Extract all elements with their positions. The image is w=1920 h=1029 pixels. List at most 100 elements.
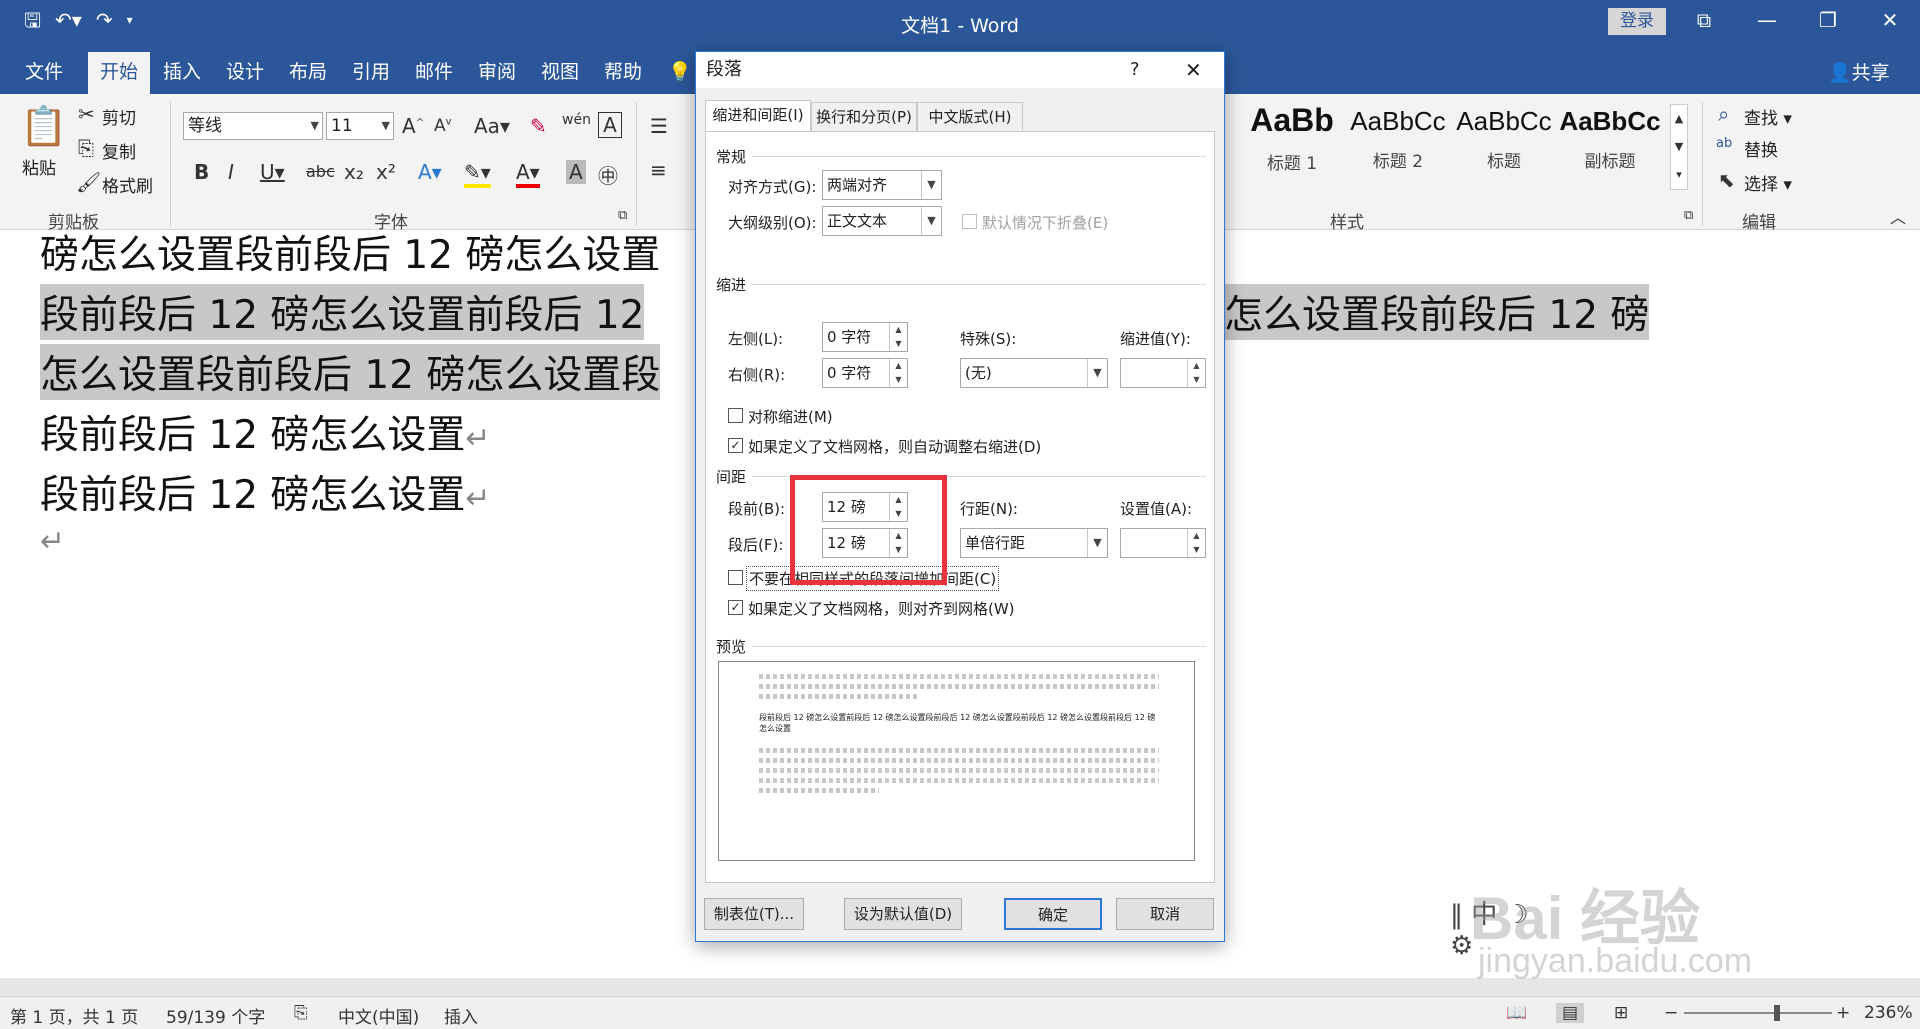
replace-button[interactable]: 替换 [1744,136,1778,161]
tab-review[interactable]: 审阅 [467,52,527,94]
font-name-combo[interactable]: 等线 ▼ [183,112,323,140]
outline-level-select[interactable]: 正文文本 ▼ [822,206,942,236]
font-dialog-launcher-icon[interactable]: ⧉ [618,208,627,223]
zoom-slider-thumb[interactable] [1774,1005,1780,1021]
subscript-icon[interactable]: x₂ [344,160,364,184]
special-indent-select[interactable]: (无) ▼ [960,358,1108,388]
text-effects-icon[interactable]: A▾ [418,160,442,184]
style-heading-2[interactable]: AaBbCc 标题 2 [1346,102,1450,192]
tab-insert[interactable]: 插入 [152,52,212,94]
grow-font-icon[interactable]: A^ [402,114,424,138]
doc-line-2-right: 怎么设置段前段后 12 磅 [1224,284,1650,340]
close-window-icon[interactable]: ✕ [1870,8,1910,32]
format-painter-button[interactable]: 格式刷 [102,172,153,197]
outline-level-label: 大纲级别(O): [728,214,817,232]
spacing-at-input[interactable]: ▲ ▼ [1120,528,1206,558]
indent-left-input[interactable]: 0 字符 ▲ ▼ [822,322,908,352]
page-count[interactable]: 第 1 页，共 1 页 [10,1003,138,1028]
read-mode-icon[interactable]: 📖 [1506,1003,1527,1023]
tab-indents-spacing[interactable]: 缩进和间距(I) [705,100,811,132]
character-shading-icon[interactable]: A [566,160,586,184]
spinner-icon[interactable]: ▲ ▼ [1187,359,1205,387]
shrink-font-icon[interactable]: Av [434,116,452,136]
doc-line-4: 段前段后 12 磅怎么设置↵ [40,413,491,458]
restore-icon[interactable]: ❐ [1808,8,1848,32]
copy-button[interactable]: 复制 [102,138,136,163]
indent-by-input[interactable]: ▲ ▼ [1120,358,1206,388]
language-indicator[interactable]: 中文(中国) [338,1003,419,1028]
bold-icon[interactable]: B [194,160,209,184]
enclose-characters-icon[interactable]: ㊥ [598,160,618,189]
dialog-title-bar[interactable]: 段落 ? ✕ [696,52,1224,88]
ok-button[interactable]: 确定 [1004,898,1102,930]
zoom-slider[interactable] [1684,1012,1832,1014]
indent-right-input[interactable]: 0 字符 ▲ ▼ [822,358,908,388]
paste-button[interactable]: 粘贴 [22,154,56,179]
zoom-out-icon[interactable]: − [1664,1003,1678,1023]
cut-button[interactable]: 剪切 [102,104,136,129]
tab-mailings[interactable]: 邮件 [404,52,464,94]
word-count[interactable]: 59/139 个字 [166,1003,265,1028]
login-button[interactable]: 登录 [1608,8,1666,35]
change-case-icon[interactable]: Aa▾ [474,114,510,138]
select-button[interactable]: 选择 ▾ [1744,170,1792,195]
character-border-icon[interactable]: A [598,112,622,138]
paste-icon[interactable]: 📋 [20,104,67,149]
phonetic-guide-icon[interactable]: wén [562,112,591,128]
spinner-icon[interactable]: ▲ ▼ [1187,529,1205,557]
help-icon[interactable]: ? [1130,52,1140,88]
style-heading-1[interactable]: AaBb 标题 1 [1240,102,1344,192]
tab-line-page-breaks[interactable]: 换行和分页(P) [811,102,917,132]
line-spacing-select[interactable]: 单倍行距 ▼ [960,528,1108,558]
font-color-icon[interactable]: A▾ [516,160,540,188]
superscript-icon[interactable]: x² [376,160,396,184]
bullets-icon[interactable]: ☰ [650,114,668,138]
styles-dialog-launcher-icon[interactable]: ⧉ [1684,208,1693,223]
tab-home[interactable]: 开始 [88,52,150,94]
spinner-icon[interactable]: ▲ ▼ [889,359,907,387]
styles-scroll-icon[interactable]: ▲ ▼ ▾ [1670,104,1688,190]
divider [752,284,1206,285]
mirror-indents-checkbox[interactable] [728,408,743,423]
spinner-icon[interactable]: ▲ ▼ [889,323,907,351]
cancel-button[interactable]: 取消 [1116,898,1214,930]
zoom-in-icon[interactable]: + [1836,1003,1850,1023]
snap-to-grid-checkbox[interactable]: ✓ [728,600,743,615]
alignment-select[interactable]: 两端对齐 ▼ [822,170,942,200]
web-layout-icon[interactable]: ⊞ [1614,1003,1628,1023]
underline-icon[interactable]: U▾ [260,160,285,184]
tab-layout[interactable]: 布局 [278,52,338,94]
tab-help[interactable]: 帮助 [593,52,653,94]
set-default-button[interactable]: 设为默认值(D) [844,898,962,930]
minimize-icon[interactable]: — [1747,8,1787,32]
tab-references[interactable]: 引用 [341,52,401,94]
tab-design[interactable]: 设计 [215,52,275,94]
zoom-level[interactable]: 236% [1864,1003,1913,1023]
search-icon: ⌕ [1718,102,1730,126]
highlight-icon[interactable]: ✎▾ [464,160,491,188]
auto-adjust-indent-checkbox[interactable]: ✓ [728,438,743,453]
no-space-same-style-checkbox[interactable] [728,570,743,585]
print-layout-icon[interactable]: ▤ [1556,1003,1585,1023]
tab-view[interactable]: 视图 [530,52,590,94]
find-button[interactable]: 查找 ▾ [1744,104,1792,129]
style-title[interactable]: AaBbCc 标题 [1452,102,1556,192]
clear-formatting-icon[interactable]: ✎ [530,114,547,138]
ribbon-display-icon[interactable]: ⧉ [1684,8,1724,32]
proofing-icon[interactable]: ⎘ [294,1003,308,1023]
share-button[interactable]: 👤共享 [1828,58,1890,85]
tab-file[interactable]: 文件 [14,52,74,94]
font-size-combo[interactable]: 11 ▼ [326,112,394,140]
italic-icon[interactable]: I [228,160,234,184]
insert-mode[interactable]: 插入 [444,1003,478,1028]
align-left-icon[interactable]: ≡ [650,158,667,182]
collapse-by-default-checkbox[interactable] [962,214,977,229]
tell-me-icon[interactable]: 💡 [668,52,692,94]
close-icon[interactable]: ✕ [1185,52,1202,88]
tabs-button[interactable]: 制表位(T)... [704,898,804,930]
style-subtitle[interactable]: AaBbCc 副标题 [1558,102,1662,192]
doc-line-1: 磅怎么设置段前段后 12 磅怎么设置 [40,233,661,278]
strikethrough-icon[interactable]: abc [306,162,335,181]
tab-asian-typography[interactable]: 中文版式(H) [917,102,1023,132]
collapse-ribbon-icon[interactable]: ︿ [1890,204,1906,228]
